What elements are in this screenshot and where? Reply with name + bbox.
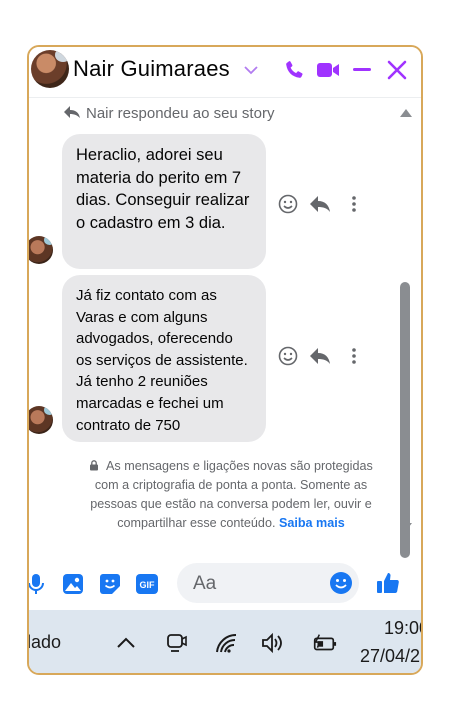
story-reply-note: Nair respondeu ao seu story	[64, 105, 274, 122]
phone-icon[interactable]	[281, 57, 307, 83]
story-reply-text: Nair respondeu ao seu story	[86, 105, 275, 122]
sticker-icon[interactable]	[99, 573, 121, 595]
learn-more-link[interactable]: Saiba mais	[279, 516, 345, 530]
gif-icon[interactable]: GIF	[135, 573, 159, 595]
encryption-notice: As mensagens e ligações novas são proteg…	[81, 457, 381, 533]
microphone-icon[interactable]	[29, 573, 47, 595]
message-list[interactable]: Nair respondeu ao seu story Heraclio, ad…	[29, 98, 421, 558]
reply-icon[interactable]	[309, 193, 331, 215]
camera-icon[interactable]	[163, 630, 189, 656]
message-bubble[interactable]: Já fiz contato com as Varas e com alguns…	[62, 275, 266, 442]
message-input[interactable]: Aa	[177, 563, 359, 603]
close-icon[interactable]	[385, 57, 409, 83]
chevron-up-icon[interactable]	[113, 630, 139, 656]
taskbar-label[interactable]: lado	[29, 632, 61, 653]
scroll-up-icon[interactable]	[400, 104, 412, 122]
wifi-icon[interactable]	[213, 630, 239, 656]
battery-charging-icon[interactable]	[311, 630, 337, 656]
sender-avatar[interactable]	[29, 406, 53, 434]
more-options-icon[interactable]	[343, 193, 365, 215]
react-emoji-icon[interactable]	[277, 345, 299, 367]
message-bubble[interactable]: Heraclio, adorei seu materia do perito e…	[62, 134, 266, 269]
more-options-icon[interactable]	[343, 345, 365, 367]
react-emoji-icon[interactable]	[277, 193, 299, 215]
contact-name[interactable]: Nair Guimaraes	[73, 56, 230, 82]
lock-icon	[89, 459, 106, 473]
message-input-placeholder: Aa	[193, 573, 217, 594]
contact-avatar[interactable]	[31, 50, 69, 88]
scroll-down-icon[interactable]	[400, 518, 412, 536]
emoji-icon[interactable]	[329, 571, 353, 595]
system-taskbar: lado 19:00 27/04/2	[29, 610, 421, 673]
like-thumb-icon[interactable]	[375, 570, 401, 596]
reply-icon[interactable]	[309, 345, 331, 367]
taskbar-time[interactable]: 19:00	[384, 618, 421, 639]
gif-label: GIF	[140, 580, 156, 590]
chevron-down-icon[interactable]	[241, 57, 261, 83]
scrollbar-thumb[interactable]	[400, 282, 410, 558]
minimize-icon[interactable]	[351, 57, 373, 83]
taskbar-date[interactable]: 27/04/2	[360, 646, 420, 667]
reply-arrow-icon	[64, 105, 80, 122]
message-composer: GIF Aa	[29, 558, 421, 610]
chat-header: Nair Guimaraes	[29, 47, 421, 97]
video-icon[interactable]	[314, 57, 342, 83]
messenger-chat-window: Nair Guimaraes Nair respondeu ao seu sto…	[27, 45, 423, 675]
volume-icon[interactable]	[261, 630, 287, 656]
image-icon[interactable]	[62, 573, 84, 595]
sender-avatar[interactable]	[29, 236, 53, 264]
